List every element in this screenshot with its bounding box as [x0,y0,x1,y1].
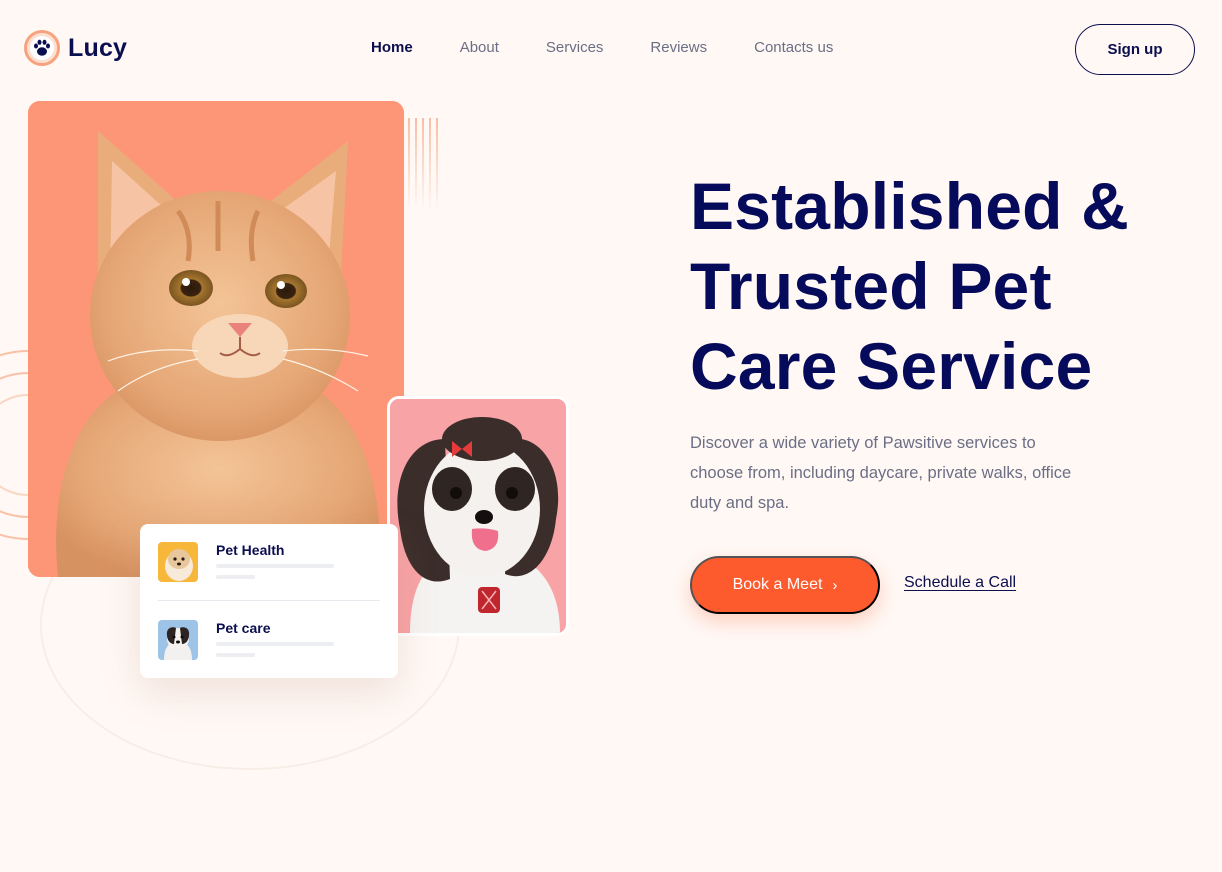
puppy-photo [158,542,198,582]
services-preview-card: Pet Health Pet care [140,524,398,678]
book-meet-label: Book a Meet [732,576,823,593]
divider [158,600,380,601]
hero-description: Discover a wide variety of Pawsitive ser… [690,434,1072,512]
nav-item-about[interactable]: About [460,39,499,56]
nav-item-services[interactable]: Services [546,39,604,56]
nav-item-contacts[interactable]: Contacts us [754,39,833,56]
hero-title-line: Trusted Pet [690,249,1052,323]
nav-item-home[interactable]: Home [371,39,413,56]
decorative-lines [408,118,438,212]
brand-logo[interactable]: Lucy [24,30,127,66]
list-item[interactable]: Pet care [158,620,380,680]
book-meet-button[interactable]: Book a Meet › [690,556,880,614]
placeholder-line [216,642,334,646]
nav-item-reviews[interactable]: Reviews [650,39,707,56]
service-title: Pet care [216,620,271,636]
main-nav: Home About Services Reviews Contacts us [371,39,880,56]
placeholder-line [216,564,334,568]
service-title: Pet Health [216,542,285,558]
paw-icon [24,30,60,66]
hero-title: Established & Trusted Pet Care Service [690,166,1190,406]
dog-photo [158,620,198,660]
hero-title-line: Care Service [690,329,1093,403]
schedule-call-link[interactable]: Schedule a Call [904,574,1016,592]
placeholder-line [216,653,255,657]
brand-name: Lucy [68,33,128,62]
list-item[interactable]: Pet Health [158,542,380,602]
site-header: Lucy Home About Services Reviews Contact… [0,0,1222,100]
placeholder-line [216,575,255,579]
shih-tzu-photo [387,396,569,636]
hero-title-line: Established & [690,169,1130,243]
chevron-right-icon: › [832,576,838,594]
signup-button[interactable]: Sign up [1075,24,1195,75]
kitten-photo [28,101,404,577]
